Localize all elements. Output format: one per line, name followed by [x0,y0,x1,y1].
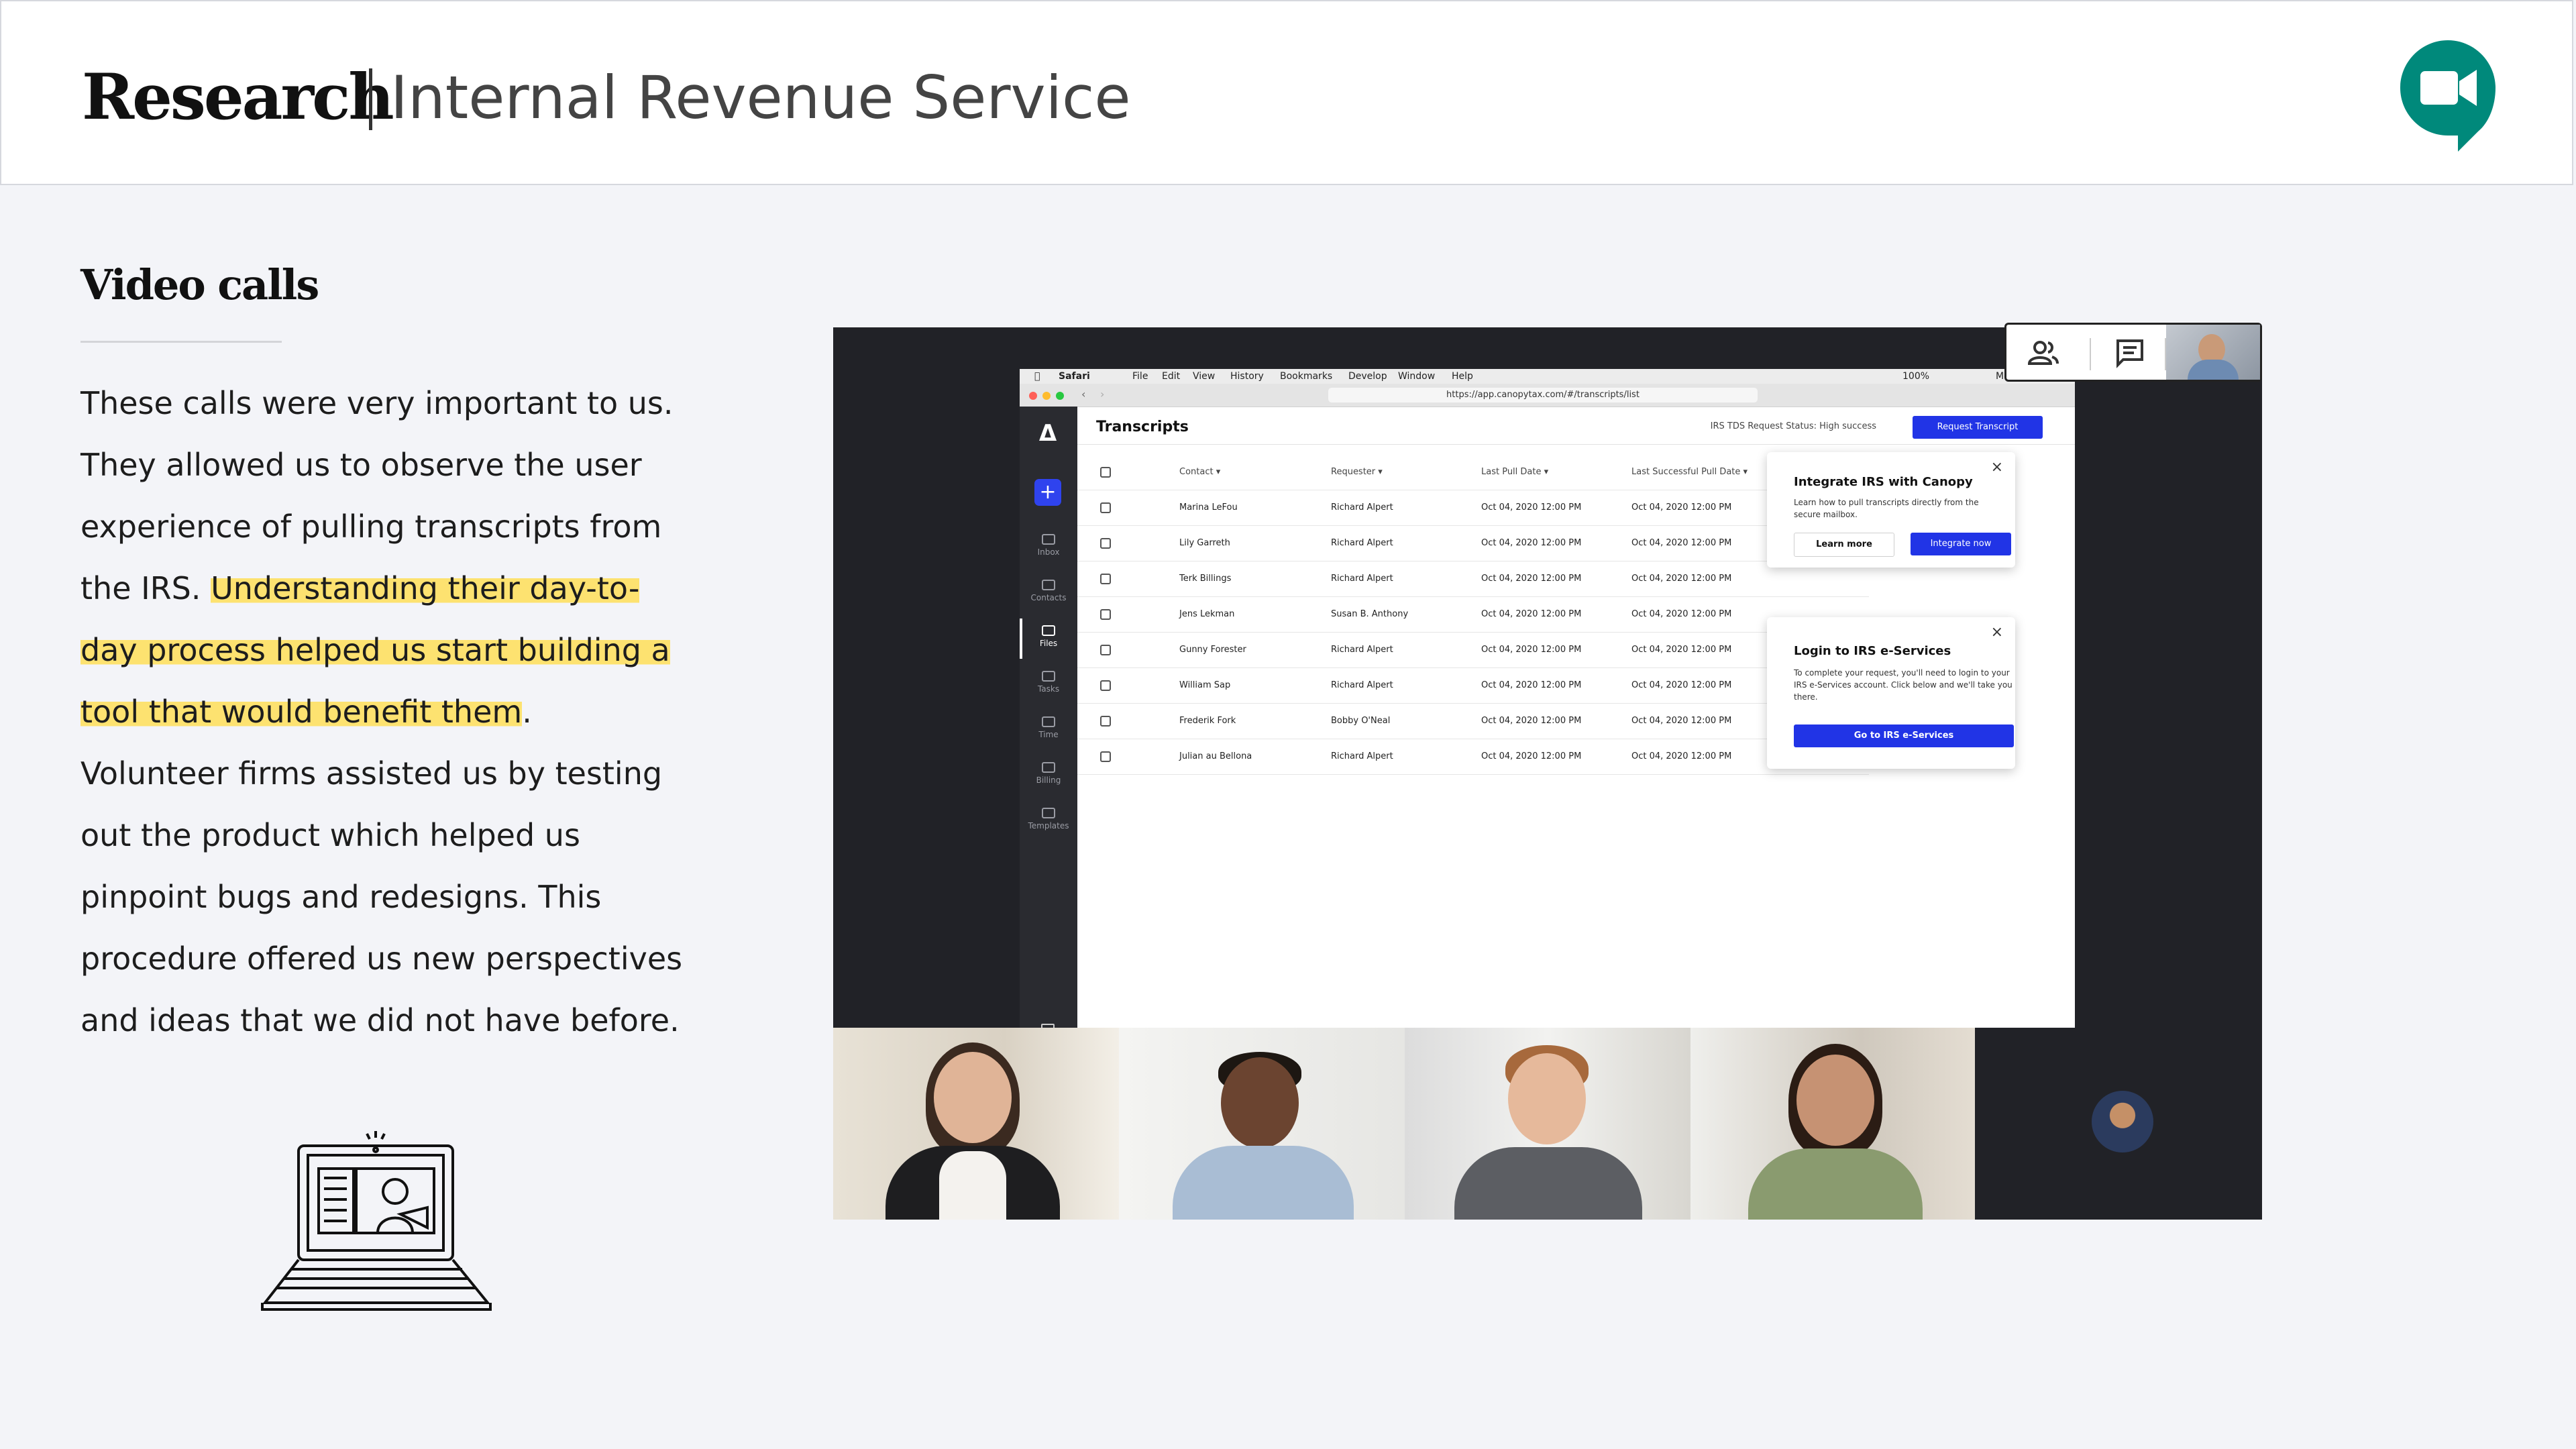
menu-window[interactable]: Window [1398,371,1435,382]
select-all-checkbox[interactable] [1100,467,1111,478]
menu-edit[interactable]: Edit [1162,371,1180,382]
row-checkbox[interactable] [1100,716,1111,727]
close-icon[interactable]: × [1991,459,2003,476]
row-checkbox[interactable] [1100,609,1111,620]
integrate-irs-popup: × Integrate IRS with Canopy Learn how to… [1767,452,2015,568]
app-sidebar: Δ + Inbox Contacts Files Tasks Time Bill… [1020,407,1077,1028]
table-header: Contact ▾ Requester ▾ Last Pull Date ▾ L… [1077,455,1869,490]
menu-help[interactable]: Help [1452,371,1473,382]
sidebar-item-tasks[interactable]: Tasks [1020,671,1077,694]
row-checkbox[interactable] [1100,502,1111,513]
inbox-icon [1042,534,1055,545]
table-row[interactable]: Terk Billings Richard Alpert Oct 04, 2020 … [1077,561,1869,597]
app-header: Transcripts IRS TDS Request Status: High… [1077,407,2075,445]
maximize-window-button[interactable] [1056,392,1064,400]
slide-header: Research Internal Revenue Service [0,0,2573,185]
files-icon [1042,625,1055,636]
menu-bookmarks[interactable]: Bookmarks [1280,371,1332,382]
contacts-icon [1042,580,1055,590]
table-row[interactable]: Lily Garreth Richard Alpert Oct 04, 2020 1… [1077,526,1869,561]
close-window-button[interactable] [1029,392,1037,400]
tasks-icon [1042,671,1055,682]
table-row[interactable]: William Sap Richard Alpert Oct 04, 2020 12… [1077,668,1869,704]
mac-menubar:  Safari File Edit View History Bookmark… [1020,369,2075,384]
apple-icon:  [1034,371,1040,382]
address-bar[interactable]: https://app.canopytax.com/#/transcripts/… [1328,388,1758,402]
sidebar-item-contacts[interactable]: Contacts [1020,580,1077,602]
chat-icon[interactable] [2114,337,2146,369]
canopy-logo[interactable]: Δ [1036,420,1060,447]
section-title: Video calls [80,260,319,309]
time-icon [1042,716,1055,727]
row-checkbox[interactable] [1100,574,1111,584]
sidebar-item-templates[interactable]: Templates [1020,808,1077,830]
browser-toolbar: ‹ › https://app.canopytax.com/#/transcri… [1020,384,2075,407]
request-transcript-button[interactable]: Request Transcript [1913,416,2043,439]
body-text-outro: . Volunteer firms assisted us by testing… [80,694,683,1038]
toolbar-divider [2090,338,2091,370]
go-to-irs-eservices-button[interactable]: Go to IRS e-Services [1794,724,2014,747]
table-row[interactable]: Marina LeFou Richard Alpert Oct 04, 2020 1… [1077,490,1869,526]
row-checkbox[interactable] [1100,538,1111,549]
popup-description: Learn how to pull transcripts directly f… [1794,498,1979,519]
menu-view[interactable]: View [1193,371,1215,382]
page-title: Research [82,60,394,134]
section-body: These calls were very important to us. T… [80,372,684,1051]
sidebar-item-files[interactable]: Files [1020,625,1077,648]
shared-screen:  Safari File Edit View History Bookmark… [1020,369,2075,1028]
transcripts-table: Contact ▾ Requester ▾ Last Pull Date ▾ L… [1077,455,1869,775]
self-view-thumbnail[interactable] [2166,325,2260,380]
row-checkbox[interactable] [1100,751,1111,762]
menu-safari[interactable]: Safari [1059,371,1090,382]
billing-icon [1042,762,1055,773]
table-row[interactable]: Julian au Bellona Richard Alpert Oct 04, 2… [1077,739,1869,775]
menu-develop[interactable]: Develop [1348,371,1387,382]
minimize-window-button[interactable] [1042,392,1051,400]
column-requester[interactable]: Requester ▾ [1331,467,1383,477]
transcripts-title: Transcripts [1096,419,1189,435]
meeting-toolbar [2004,323,2262,382]
participant-tile[interactable] [1119,1028,1405,1220]
templates-icon [1042,808,1055,818]
participant-avatar[interactable] [2092,1091,2153,1152]
column-last-successful-pull-date[interactable]: Last Successful Pull Date ▾ [1631,467,1748,477]
participant-grid [833,1028,1975,1220]
laptop-video-call-illustration [261,1131,492,1311]
table-row[interactable]: Gunny Forester Richard Alpert Oct 04, 2020… [1077,633,1869,668]
participant-tile[interactable] [1405,1028,1690,1220]
page-subtitle: Internal Revenue Service [390,63,1131,132]
popup-description: To complete your request, you'll need to… [1794,668,2012,702]
request-status: IRS TDS Request Status: High success [1710,421,1876,431]
sidebar-item-time[interactable]: Time [1020,716,1077,739]
popup-title: Integrate IRS with Canopy [1794,475,1973,489]
integrate-now-button[interactable]: Integrate now [1911,533,2011,555]
column-contact[interactable]: Contact ▾ [1179,467,1220,477]
table-row[interactable]: Frederik Fork Bobby O'Neal Oct 04, 2020 12… [1077,704,1869,739]
section-divider [80,341,282,343]
menu-history[interactable]: History [1230,371,1264,382]
sidebar-item-billing[interactable]: Billing [1020,762,1077,785]
participant-tile[interactable] [1690,1028,1975,1220]
video-call-icon [2400,40,2496,152]
create-button[interactable]: + [1034,479,1061,506]
menu-file[interactable]: File [1132,371,1148,382]
battery-status: 100% [1902,371,1930,382]
close-icon[interactable]: × [1991,624,2003,641]
forward-icon[interactable]: › [1100,388,1104,400]
irs-login-popup: × Login to IRS e-Services To complete yo… [1767,617,2015,769]
people-icon[interactable] [2027,337,2059,369]
sidebar-item-inbox[interactable]: Inbox [1020,534,1077,557]
row-checkbox[interactable] [1100,645,1111,655]
back-icon[interactable]: ‹ [1081,388,1085,400]
table-row[interactable]: Jens Lekman Susan B. Anthony Oct 04, 2020 … [1077,597,1869,633]
participant-tile[interactable] [833,1028,1119,1220]
title-divider [369,68,372,130]
popup-title: Login to IRS e-Services [1794,644,1951,658]
row-checkbox[interactable] [1100,680,1111,691]
column-last-pull-date[interactable]: Last Pull Date ▾ [1481,467,1548,477]
learn-more-button[interactable]: Learn more [1794,533,1894,557]
